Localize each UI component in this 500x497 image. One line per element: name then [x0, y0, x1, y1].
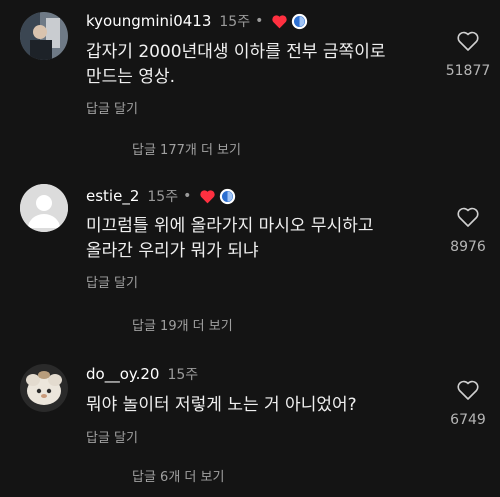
timestamp: 15주 [167, 367, 199, 383]
comment-item: do__oy.20 15주 뭐야 놀이터 저렇게 노는 거 아니었어? 답글 달… [0, 0, 500, 497]
heart-outline-icon[interactable] [456, 379, 480, 401]
username[interactable]: do__oy.20 [86, 365, 159, 383]
like-area: 6749 [440, 379, 496, 428]
view-more-replies-button[interactable]: 답글 6개 더 보기 [132, 466, 224, 485]
like-count: 6749 [450, 412, 486, 428]
avatar[interactable] [20, 364, 68, 412]
reply-button[interactable]: 답글 달기 [86, 427, 138, 446]
comment-text: 뭐야 놀이터 저렇게 노는 거 아니었어? [86, 395, 357, 415]
